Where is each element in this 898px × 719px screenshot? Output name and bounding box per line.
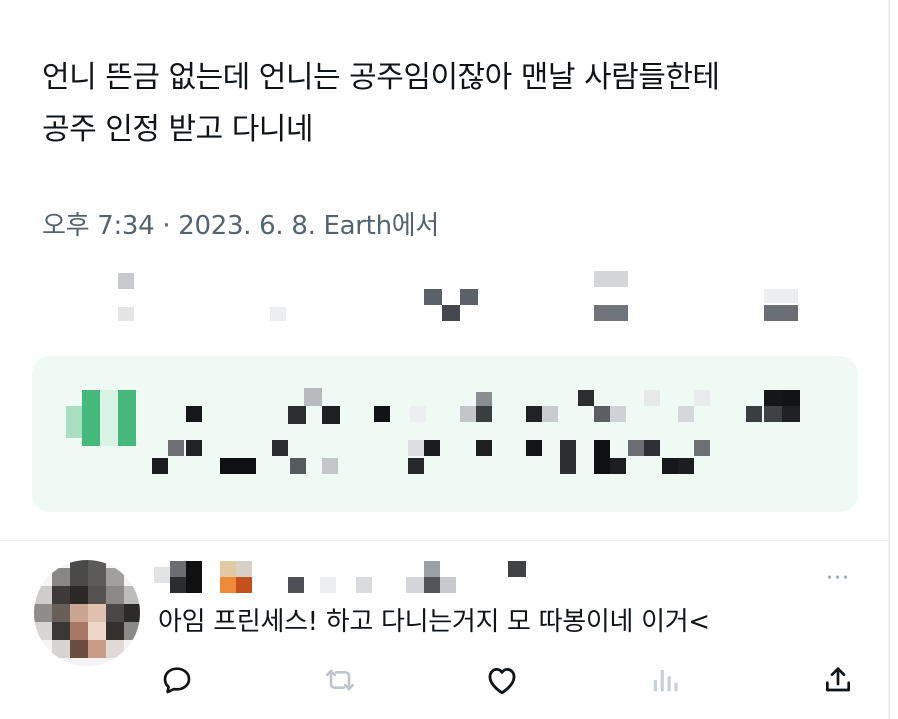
tweet-text: 언니 뜬금 없는데 언니는 공주임이잖아 맨날 사람들한테 공주 인정 받고 다…: [42, 52, 862, 156]
reply-divider: [0, 540, 888, 541]
tweet-text-line-1: 언니 뜬금 없는데 언니는 공주임이잖아 맨날 사람들한테: [42, 60, 720, 95]
more-options-icon[interactable]: ···: [826, 566, 850, 591]
tweet-stats-pixelated: [40, 265, 870, 335]
tweet-timestamp-source[interactable]: 오후 7:34 · 2023. 6. 8. Earth에서: [42, 205, 439, 242]
share-icon[interactable]: [818, 660, 858, 700]
tweet-text-line-2: 공주 인정 받고 다니네: [42, 112, 314, 147]
retweet-icon[interactable]: [320, 660, 360, 700]
promo-banner-pixelated[interactable]: [32, 356, 858, 512]
reply-text: 아임 프린세스! 하고 다니는거지 모 따봉이네 이거<: [158, 607, 710, 637]
views-icon[interactable]: [645, 660, 685, 700]
banner-logo-icon: [66, 406, 82, 438]
reply-author-pixelated[interactable]: [150, 557, 570, 597]
reply-icon[interactable]: [157, 660, 197, 700]
right-edge-rule: [888, 0, 890, 719]
like-icon[interactable]: [482, 660, 522, 700]
avatar[interactable]: [34, 560, 140, 666]
